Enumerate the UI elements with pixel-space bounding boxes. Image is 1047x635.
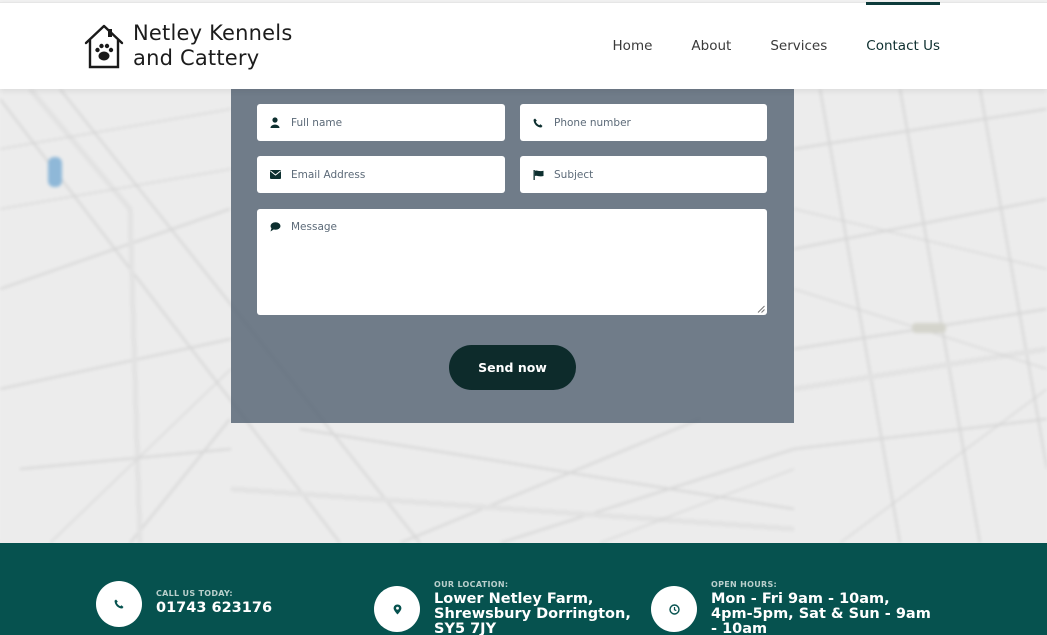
- house-paw-icon: [84, 24, 124, 69]
- phone-icon[interactable]: [96, 581, 142, 627]
- email-placeholder: Email Address: [291, 168, 366, 181]
- resize-handle-icon[interactable]: [757, 305, 765, 313]
- nav-home[interactable]: Home: [613, 3, 653, 88]
- location-address: Lower Netley Farm, Shrewsbury Dorrington…: [434, 591, 631, 635]
- phone-placeholder: Phone number: [554, 116, 631, 129]
- location-info: OUR LOCATION: Lower Netley Farm, Shrewsb…: [374, 580, 649, 635]
- call-label: CALL US TODAY:: [156, 589, 233, 598]
- contact-form: Full name Phone number Email Address Sub…: [231, 89, 794, 423]
- hours-label: OPEN HOURS:: [711, 580, 778, 589]
- send-button[interactable]: Send now: [449, 345, 576, 390]
- brand-name-line2: and Cattery: [133, 46, 260, 70]
- flag-icon: [532, 169, 544, 181]
- phone-field[interactable]: Phone number: [520, 104, 767, 141]
- phone-icon: [532, 117, 544, 129]
- hours-info: OPEN HOURS: Mon - Fri 9am - 10am, 4pm-5p…: [651, 580, 936, 635]
- clock-icon: [651, 586, 697, 632]
- nav-contact-us[interactable]: Contact Us: [866, 2, 940, 88]
- message-field[interactable]: Message: [257, 209, 767, 315]
- full-name-placeholder: Full name: [291, 116, 343, 129]
- speech-bubble-icon: [269, 221, 281, 233]
- opening-hours: Mon - Fri 9am - 10am, 4pm-5pm, Sat & Sun…: [711, 591, 931, 635]
- location-label: OUR LOCATION:: [434, 580, 509, 589]
- nav-services[interactable]: Services: [770, 3, 827, 88]
- nav-about[interactable]: About: [691, 3, 731, 88]
- main-nav: Home About Services Contact Us: [574, 2, 940, 88]
- user-icon: [269, 117, 281, 129]
- subject-placeholder: Subject: [554, 168, 594, 181]
- site-header: Netley Kennels and Cattery Home About Se…: [0, 2, 1047, 89]
- logo[interactable]: Netley Kennels and Cattery: [84, 21, 292, 71]
- call-info: CALL US TODAY: 01743 623176: [96, 581, 272, 627]
- contact-info-bar: CALL US TODAY: 01743 623176 OUR LOCATION…: [0, 543, 1047, 635]
- message-placeholder: Message: [291, 221, 338, 233]
- full-name-field[interactable]: Full name: [257, 104, 505, 141]
- envelope-icon: [269, 169, 281, 181]
- phone-number[interactable]: 01743 623176: [156, 601, 272, 616]
- map-pin-icon[interactable]: [374, 586, 420, 632]
- subject-field[interactable]: Subject: [520, 156, 767, 193]
- brand-name-line1: Netley Kennels: [133, 21, 293, 45]
- email-field[interactable]: Email Address: [257, 156, 505, 193]
- brand-name: Netley Kennels and Cattery: [133, 21, 292, 71]
